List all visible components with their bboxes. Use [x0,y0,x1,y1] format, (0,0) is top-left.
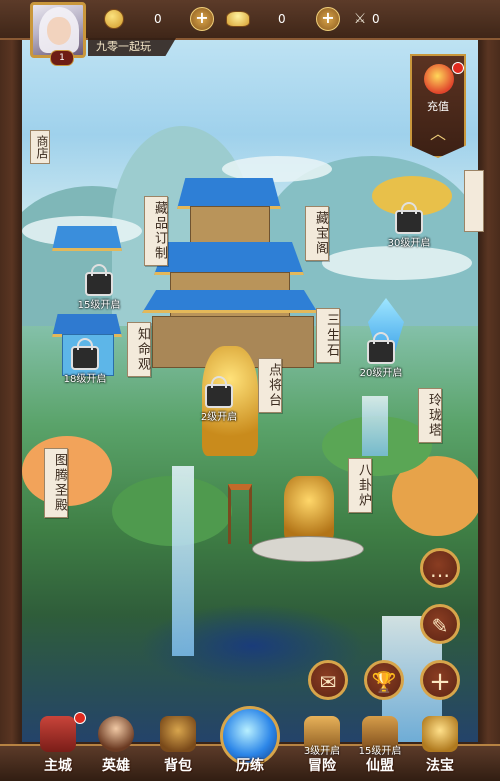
lock-text: 30级开启 [387,238,431,249]
avatar-face [47,17,71,45]
nav-label: 历练 [236,758,264,774]
trophy-button[interactable]: 🏆 [364,660,404,700]
notification-dot [74,712,86,724]
cloud [322,246,472,280]
shop-tab[interactable]: 商店 [30,130,50,164]
lock-badge: 15级开启 [76,264,122,311]
gate-post [228,484,252,544]
nav-label: 背包 [164,758,192,774]
chat-button[interactable]: … [420,548,460,588]
city-scene [22,36,478,742]
add-gold-button[interactable]: + [316,7,340,31]
add-copper-button[interactable]: + [190,7,214,31]
building-label-linglongta[interactable]: 玲珑塔 [418,388,442,443]
building-label-dianjiangtai[interactable]: 点将台 [258,358,282,413]
notification-dot [452,62,464,74]
palace-roof[interactable] [142,290,318,313]
building-label-tuteng[interactable]: 图腾圣殿 [44,448,68,518]
building-label-sanshengshi[interactable]: 三生石 [316,308,340,363]
lock-icon [395,202,423,234]
nav-label: 仙盟 [366,758,394,774]
palace-walls[interactable] [190,206,270,248]
nav-adventure[interactable]: 3级开启 冒险 [294,706,350,781]
treasure-gourd-icon [422,716,458,752]
nav-label: 英雄 [102,758,130,774]
nav-alliance[interactable]: 15级开启 仙盟 [352,706,408,781]
gold-amount: 0 [278,12,286,26]
game-frame: 藏品订制 藏宝阁 知命观 点将台 三生石 玲珑塔 图腾圣殿 八卦炉 商店 30级… [0,0,500,781]
lock-icon [85,264,113,296]
waterfall [172,466,194,656]
copper-resource: 0 [104,8,162,30]
right-edge-tab[interactable] [464,170,484,232]
building-label-bagualu[interactable]: 八卦炉 [348,458,372,513]
lock-icon [205,376,233,408]
waterfall [362,396,388,456]
nav-heroes[interactable]: 英雄 [88,706,144,781]
gift-bag-icon [424,64,454,94]
power-amount: 0 [372,12,380,26]
lock-badge: 18级开启 [62,338,108,385]
palace-roof[interactable] [154,242,304,275]
power-resource: ⚔ 0 [350,8,380,30]
player-name: 九零一起玩 [88,38,176,56]
lock-text: 18级开启 [63,374,107,385]
castle-icon [40,716,76,752]
building-label-zhimingguan[interactable]: 知命观 [127,322,151,377]
nav-label: 法宝 [426,758,454,774]
add-button[interactable]: + [420,660,460,700]
building-label-cangpin[interactable]: 藏品订制 [144,196,168,266]
nav-bag[interactable]: 背包 [150,706,206,781]
chevron-up-icon[interactable]: ︿ [426,120,450,143]
gold-resource: 0 [226,8,286,30]
left-pagoda[interactable] [52,226,122,251]
nav-main-city[interactable]: 主城 [30,706,86,781]
lock-text: 20级开启 [359,368,403,379]
lock-text: 2级开启 [200,412,238,423]
building-label-cangbaoge[interactable]: 藏宝阁 [305,206,329,261]
bag-icon [160,716,196,752]
nav-label: 冒险 [308,758,336,774]
copper-amount: 0 [154,12,162,26]
recharge-panel[interactable]: 充值 ︿ [410,54,466,158]
nav-label: 主城 [44,758,72,774]
lock-icon [367,332,395,364]
mail-button[interactable]: ✉ [308,660,348,700]
gold-ingot-icon [226,11,250,27]
recharge-label: 充值 [427,100,449,113]
lock-badge: 30级开启 [386,202,432,249]
lock-text: 15级开启 [77,300,121,311]
lock-badge: 20级开启 [358,332,404,379]
crossed-swords-icon: ⚔ [353,11,367,27]
bottom-nav: 主城 英雄 背包 历练 3级开启 冒险 15级开启 仙盟 法宝 [0,706,500,781]
copper-coin-icon [104,9,124,29]
nav-training[interactable]: 历练 [220,706,280,781]
player-level-badge: 1 [50,50,74,66]
nav-treasure[interactable]: 法宝 [412,706,468,781]
furnace-platform [252,536,364,562]
note-button[interactable]: ✎ [420,604,460,644]
lock-icon [71,338,99,370]
hero-icon [98,716,134,752]
lock-badge: 2级开启 [196,376,242,423]
palace-roof[interactable] [177,178,281,209]
